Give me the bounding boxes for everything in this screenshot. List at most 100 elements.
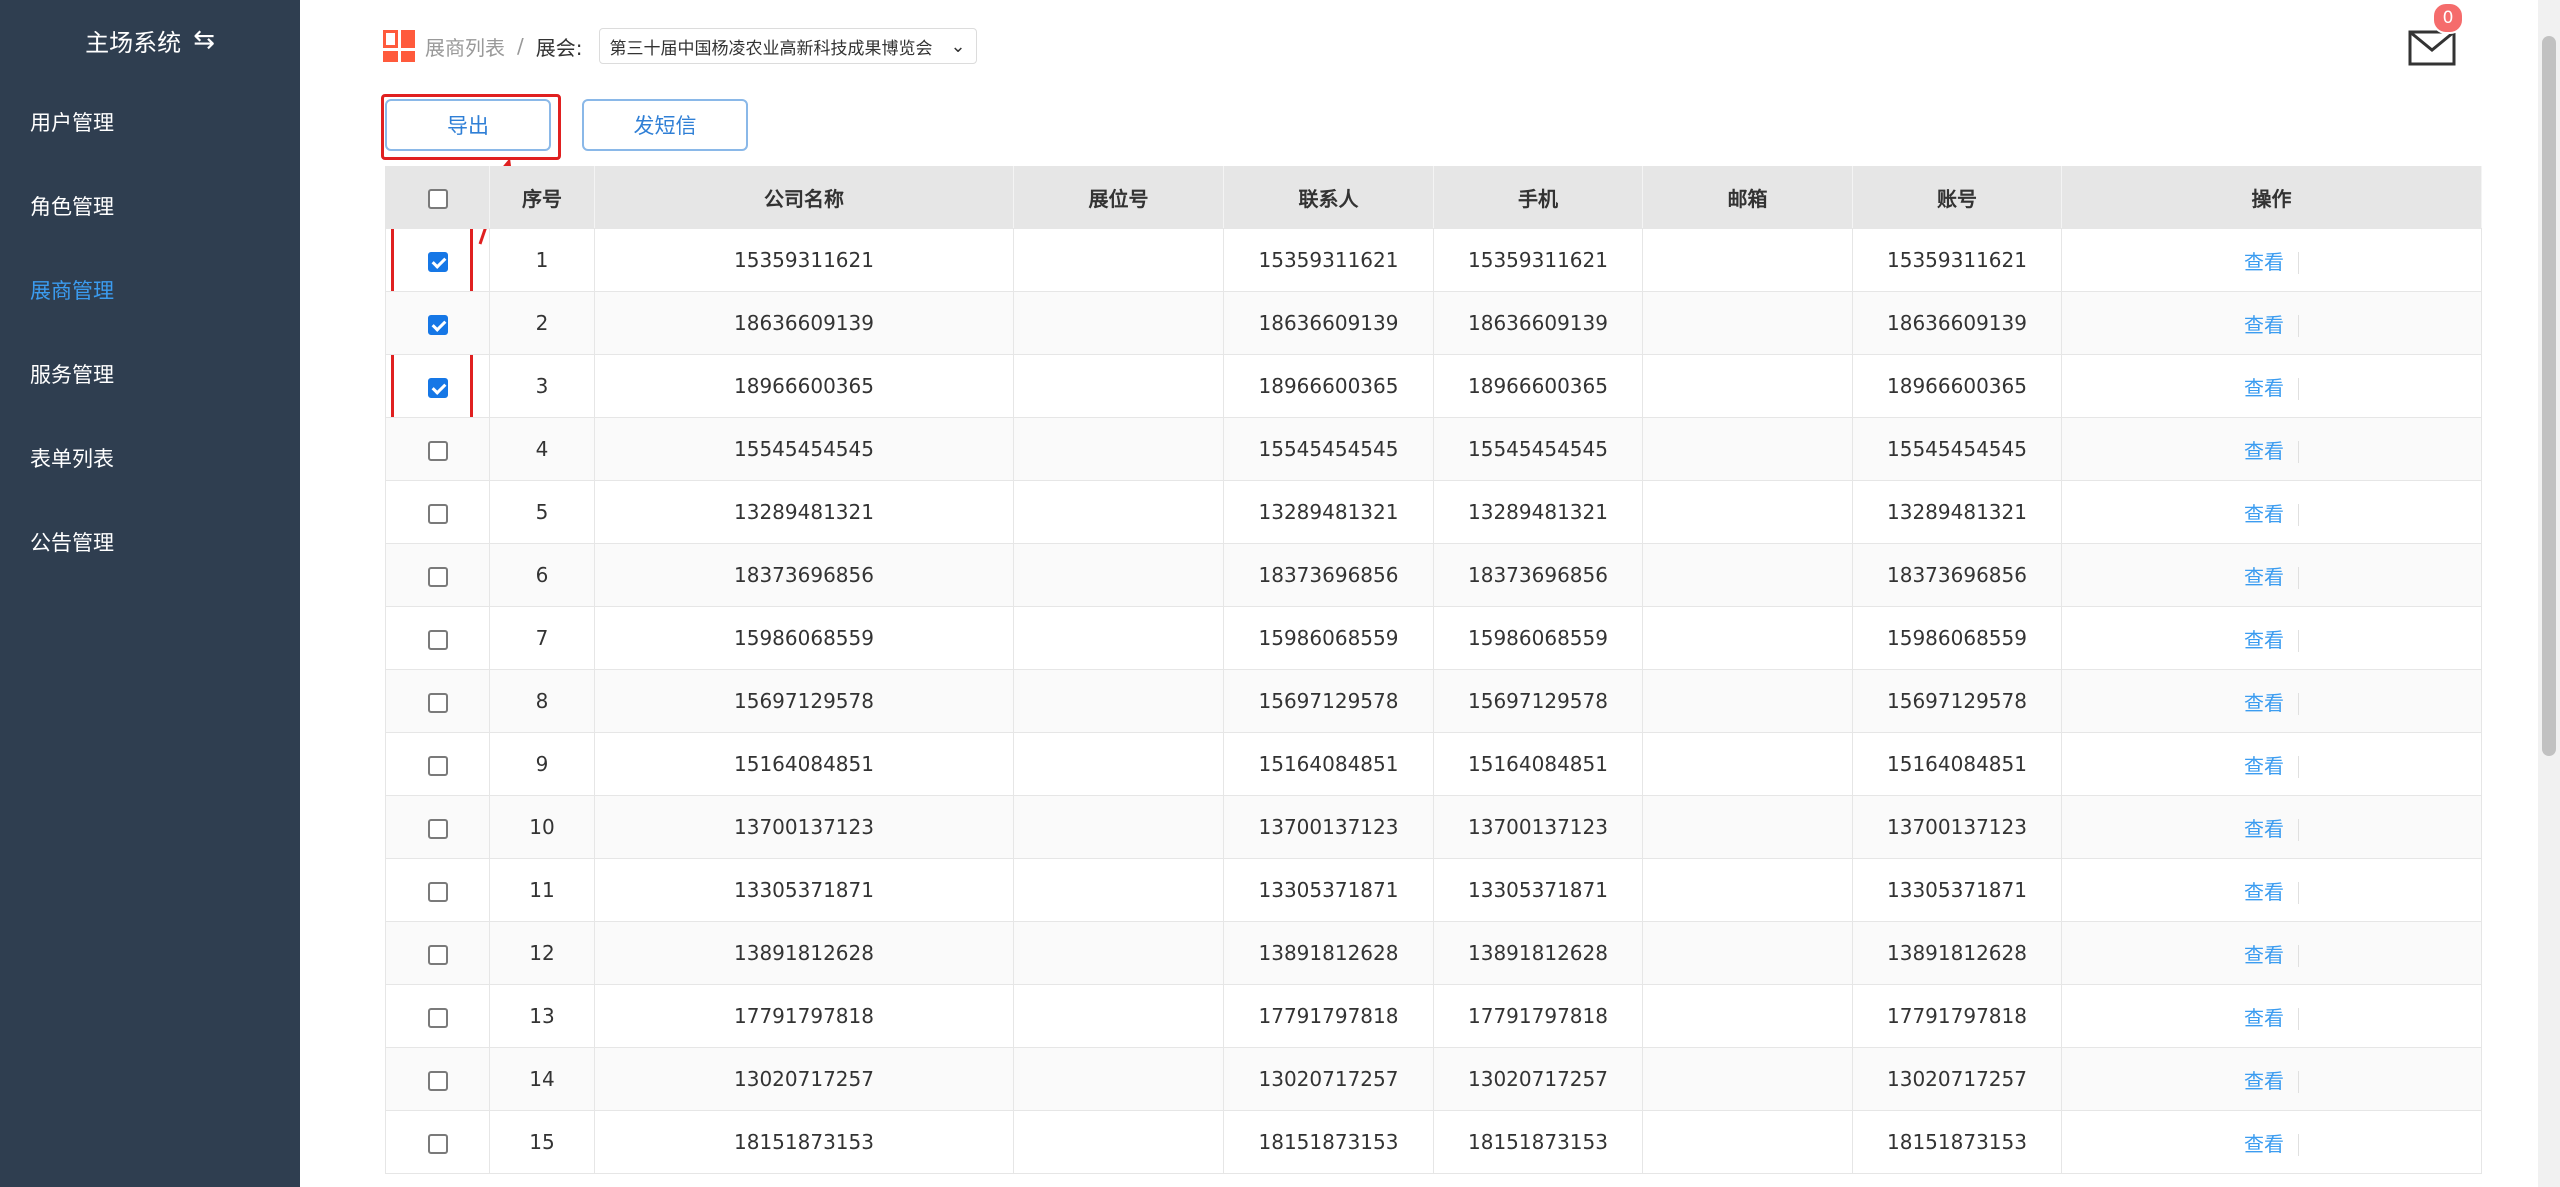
row-select-cell[interactable] <box>385 228 490 292</box>
row-select-cell[interactable] <box>385 1047 490 1111</box>
cell-actions: 查看 <box>2061 417 2482 481</box>
view-link[interactable]: 查看 <box>2244 502 2284 526</box>
export-button[interactable]: 导出 <box>385 99 551 151</box>
row-checkbox[interactable] <box>427 1070 448 1091</box>
action-divider <box>2298 567 2299 589</box>
cell-phone: 13305371871 <box>1433 858 1643 922</box>
view-link[interactable]: 查看 <box>2244 1069 2284 1093</box>
cell-phone: 18373696856 <box>1433 543 1643 607</box>
cell-phone: 15359311621 <box>1433 228 1643 292</box>
cell-contact: 13289481321 <box>1223 480 1434 544</box>
row-select-cell[interactable] <box>385 543 490 607</box>
sidebar-item-users[interactable]: 用户管理 <box>30 107 114 137</box>
cell-actions: 查看 <box>2061 984 2482 1048</box>
cell-index: 15 <box>489 1110 595 1174</box>
row-checkbox[interactable] <box>427 566 448 587</box>
row-select-cell[interactable] <box>385 1110 490 1174</box>
cell-booth <box>1013 921 1224 985</box>
swap-icon[interactable]: ⇆ <box>193 27 215 53</box>
row-select-cell[interactable] <box>385 858 490 922</box>
view-link[interactable]: 查看 <box>2244 565 2284 589</box>
sidebar: 主场系统 ⇆ 用户管理 角色管理 展商管理 服务管理 表单列表 公告管理 <box>0 0 300 1187</box>
breadcrumb: 展商列表 / 展会: 第三十届中国杨凌农业高新科技成果博览会 ⌄ <box>383 22 977 70</box>
row-checkbox[interactable] <box>427 692 448 713</box>
view-link[interactable]: 查看 <box>2244 754 2284 778</box>
row-checkbox[interactable] <box>427 755 448 776</box>
col-header-phone: 手机 <box>1433 166 1643 229</box>
sidebar-item-exhibitors[interactable]: 展商管理 <box>30 275 114 305</box>
table-row: 11 13305371871 13305371871 13305371871 13305… <box>385 858 2482 922</box>
row-checkbox[interactable] <box>427 314 448 335</box>
breadcrumb-parent[interactable]: 展商列表 <box>425 32 505 61</box>
cell-email <box>1642 417 1853 481</box>
sidebar-item-roles[interactable]: 角色管理 <box>30 191 114 221</box>
cell-company: 15164084851 <box>594 732 1014 796</box>
cell-account: 15986068559 <box>1852 606 2062 670</box>
row-checkbox[interactable] <box>427 440 448 461</box>
view-link[interactable]: 查看 <box>2244 376 2284 400</box>
cell-actions: 查看 <box>2061 669 2482 733</box>
cell-contact: 18636609139 <box>1223 291 1434 355</box>
table-row: 15 18151873153 18151873153 18151873153 18151… <box>385 1110 2482 1174</box>
row-checkbox[interactable] <box>427 503 448 524</box>
table-row: 12 13891812628 13891812628 13891812628 13891… <box>385 921 2482 985</box>
row-checkbox[interactable] <box>427 629 448 650</box>
cell-email <box>1642 795 1853 859</box>
cell-phone: 18151873153 <box>1433 1110 1643 1174</box>
row-select-cell[interactable] <box>385 984 490 1048</box>
select-all-checkbox[interactable] <box>427 188 448 209</box>
select-all-cell[interactable] <box>385 166 490 229</box>
row-select-cell[interactable] <box>385 354 490 418</box>
row-select-cell[interactable] <box>385 291 490 355</box>
row-select-cell[interactable] <box>385 921 490 985</box>
cell-email <box>1642 1110 1853 1174</box>
table-row: 5 13289481321 13289481321 13289481321 132894… <box>385 480 2482 544</box>
view-link[interactable]: 查看 <box>2244 1132 2284 1156</box>
row-checkbox[interactable] <box>427 1133 448 1154</box>
cell-index: 14 <box>489 1047 595 1111</box>
sidebar-item-announcements[interactable]: 公告管理 <box>30 527 114 557</box>
view-link[interactable]: 查看 <box>2244 439 2284 463</box>
row-checkbox[interactable] <box>427 377 448 398</box>
expo-select[interactable]: 第三十届中国杨凌农业高新科技成果博览会 ⌄ <box>598 28 977 64</box>
row-select-cell[interactable] <box>385 669 490 733</box>
action-divider <box>2298 756 2299 778</box>
sidebar-brand[interactable]: 主场系统 ⇆ <box>0 0 300 80</box>
cell-company: 15697129578 <box>594 669 1014 733</box>
scrollbar[interactable] <box>2538 0 2560 1187</box>
cell-phone: 13891812628 <box>1433 921 1643 985</box>
row-select-cell[interactable] <box>385 732 490 796</box>
row-checkbox[interactable] <box>427 251 448 272</box>
cell-contact: 15545454545 <box>1223 417 1434 481</box>
row-checkbox[interactable] <box>427 1007 448 1028</box>
send-sms-button[interactable]: 发短信 <box>582 99 748 151</box>
view-link[interactable]: 查看 <box>2244 313 2284 337</box>
cell-phone: 18636609139 <box>1433 291 1643 355</box>
row-select-cell[interactable] <box>385 417 490 481</box>
view-link[interactable]: 查看 <box>2244 691 2284 715</box>
row-checkbox[interactable] <box>427 818 448 839</box>
view-link[interactable]: 查看 <box>2244 250 2284 274</box>
action-divider <box>2298 819 2299 841</box>
cell-phone: 18966600365 <box>1433 354 1643 418</box>
cell-index: 2 <box>489 291 595 355</box>
view-link[interactable]: 查看 <box>2244 943 2284 967</box>
view-link[interactable]: 查看 <box>2244 1006 2284 1030</box>
view-link[interactable]: 查看 <box>2244 880 2284 904</box>
sidebar-item-forms[interactable]: 表单列表 <box>30 443 114 473</box>
row-select-cell[interactable] <box>385 606 490 670</box>
row-select-cell[interactable] <box>385 795 490 859</box>
cell-phone: 15545454545 <box>1433 417 1643 481</box>
sidebar-item-services[interactable]: 服务管理 <box>30 359 114 389</box>
row-select-cell[interactable] <box>385 480 490 544</box>
scrollbar-thumb[interactable] <box>2542 36 2556 756</box>
cell-actions: 查看 <box>2061 291 2482 355</box>
cell-email <box>1642 228 1853 292</box>
view-link[interactable]: 查看 <box>2244 817 2284 841</box>
row-checkbox[interactable] <box>427 881 448 902</box>
table-row: 3 18966600365 18966600365 18966600365 189666… <box>385 354 2482 418</box>
row-checkbox[interactable] <box>427 944 448 965</box>
cell-company: 13891812628 <box>594 921 1014 985</box>
mail-button[interactable]: 0 <box>2408 2 2464 66</box>
view-link[interactable]: 查看 <box>2244 628 2284 652</box>
